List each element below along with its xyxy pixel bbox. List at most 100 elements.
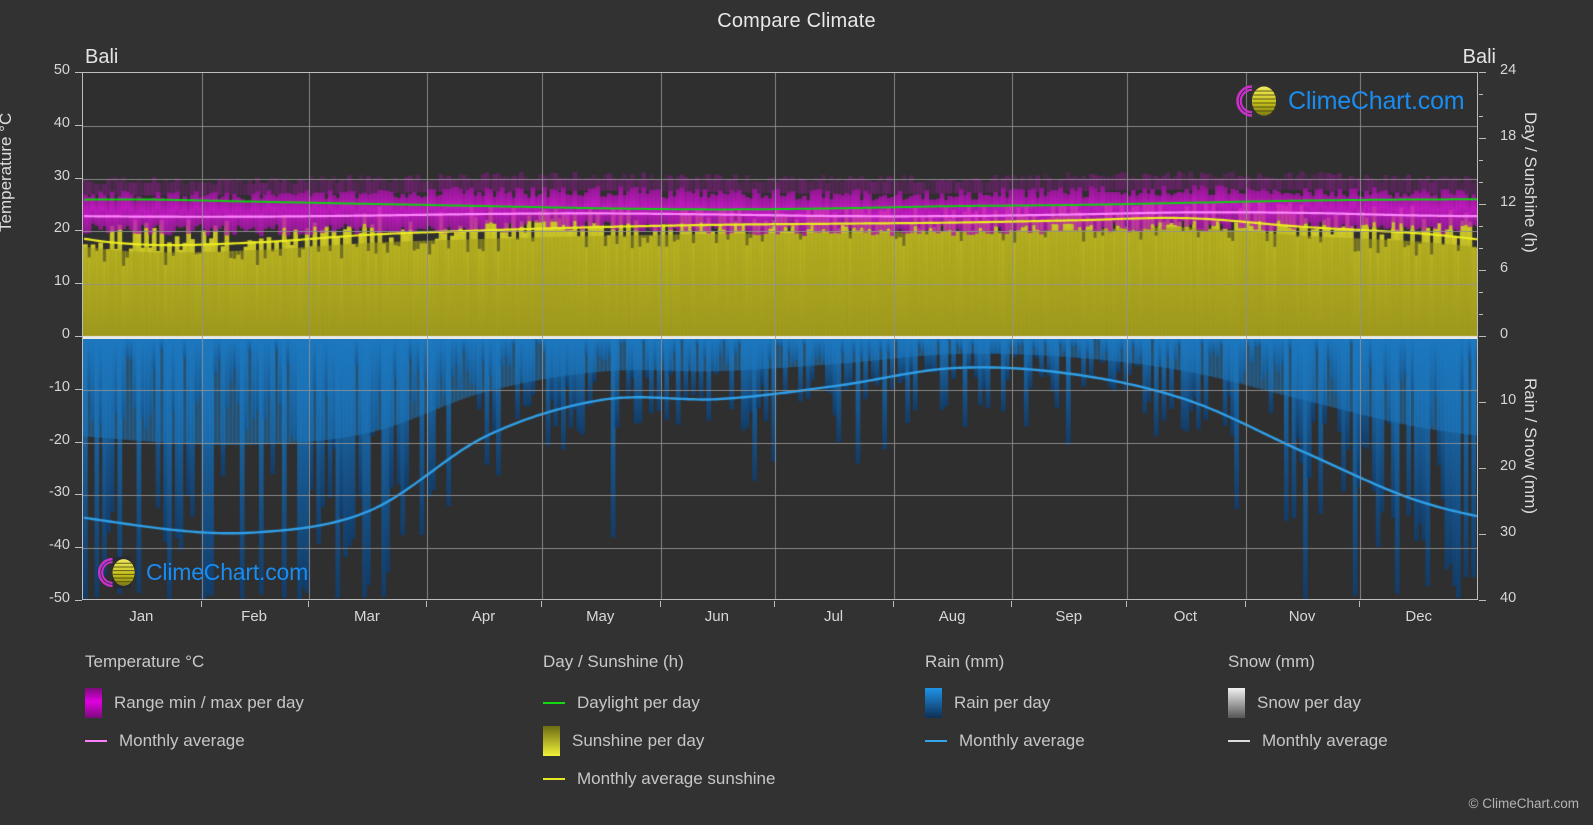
y-axis-right-bottom-tickmark: [1479, 468, 1486, 469]
y-axis-left-tick: 10: [30, 273, 70, 289]
y-axis-left-tickmark: [75, 389, 82, 390]
x-axis-tickmark: [1245, 601, 1246, 607]
y-axis-right-bottom-tickmark: [1479, 402, 1486, 403]
y-axis-right-top-minor-tickmark: [1479, 94, 1483, 95]
legend-item[interactable]: Snow per day: [1228, 684, 1388, 722]
y-axis-right-top-tickmark: [1479, 270, 1486, 271]
gridline-vertical: [202, 73, 203, 599]
y-axis-left-tick: -10: [30, 379, 70, 395]
legend-item[interactable]: Daylight per day: [543, 684, 775, 722]
legend-item[interactable]: Monthly average: [925, 722, 1085, 760]
legend-item-label: Snow per day: [1257, 693, 1361, 713]
y-axis-right-top-tick: 18: [1500, 128, 1544, 144]
legend-swatch-holder: [85, 740, 107, 742]
y-axis-left-tickmark: [75, 125, 82, 126]
climechart-logo-icon: [95, 553, 143, 592]
y-axis-left-tickmark: [75, 336, 82, 337]
x-axis-tick-aug: Aug: [912, 608, 992, 625]
y-axis-right-bottom-tick: 20: [1500, 458, 1544, 474]
y-axis-right-bottom-tickmark: [1479, 600, 1486, 601]
x-axis-tick-oct: Oct: [1145, 608, 1225, 625]
y-axis-right-top-tick: 0: [1500, 326, 1544, 342]
x-axis-tick-dec: Dec: [1379, 608, 1459, 625]
gridline-vertical: [1012, 73, 1013, 599]
climate-chart-page: Compare Climate Bali Bali Temperature °C…: [0, 0, 1593, 825]
y-axis-left-tick: -50: [30, 590, 70, 606]
legend-swatch-gradient: [543, 726, 560, 756]
legend-item[interactable]: Sunshine per day: [543, 722, 775, 760]
y-axis-left-tickmark: [75, 547, 82, 548]
legend-item[interactable]: Range min / max per day: [85, 684, 304, 722]
y-axis-left-tickmark: [75, 178, 82, 179]
legend-item-label: Sunshine per day: [572, 731, 704, 751]
x-axis-tick-may: May: [560, 608, 640, 625]
x-axis-tickmark: [201, 601, 202, 607]
y-axis-right-top-tickmark: [1479, 138, 1486, 139]
gridline-horizontal: [83, 548, 1477, 549]
plot-inner: [83, 73, 1477, 599]
y-axis-right-top-minor-tickmark: [1479, 116, 1483, 117]
x-axis-tick-feb: Feb: [214, 608, 294, 625]
gridline-horizontal: [83, 126, 1477, 127]
y-axis-right-bottom-tick: 40: [1500, 590, 1544, 606]
legend-group-title: Snow (mm): [1228, 652, 1388, 672]
legend-swatch-line: [925, 740, 947, 742]
x-axis-tick-nov: Nov: [1262, 608, 1342, 625]
gridline-vertical: [309, 73, 310, 599]
y-axis-right-top-tick: 12: [1500, 194, 1544, 210]
y-axis-left-tick: 0: [30, 326, 70, 342]
x-axis-tickmark: [541, 601, 542, 607]
y-axis-right-top-tickmark: [1479, 72, 1486, 73]
y-axis-right-top-minor-tickmark: [1479, 248, 1483, 249]
legend-swatch-holder: [1228, 740, 1250, 742]
gridline-horizontal: [83, 284, 1477, 285]
x-axis-tickmark: [308, 601, 309, 607]
gridline-vertical: [775, 73, 776, 599]
y-axis-left-tickmark: [75, 600, 82, 601]
legend-item-label: Rain per day: [954, 693, 1050, 713]
watermark-logo-top: ClimeChart.com: [1233, 80, 1464, 122]
y-axis-right-top-minor-tickmark: [1479, 226, 1483, 227]
x-axis-tick-jun: Jun: [677, 608, 757, 625]
location-label-left: Bali: [85, 46, 118, 69]
x-axis-tickmark: [1359, 601, 1360, 607]
watermark-text: ClimeChart.com: [146, 559, 308, 586]
legend-swatch-gradient: [85, 688, 102, 718]
legend-item-label: Daylight per day: [577, 693, 700, 713]
page-title: Compare Climate: [0, 10, 1593, 33]
gridline-vertical: [1127, 73, 1128, 599]
gridline-horizontal: [83, 443, 1477, 444]
legend-item[interactable]: Monthly average sunshine: [543, 760, 775, 798]
legend-item-label: Monthly average: [119, 731, 245, 751]
legend-swatch-holder: [925, 740, 947, 742]
legend-item-label: Monthly average sunshine: [577, 769, 775, 789]
x-axis-tickmark: [774, 601, 775, 607]
legend-group-temperature-c: Temperature °C Range min / max per day Mon…: [85, 652, 304, 760]
y-axis-left-label: Temperature °C: [0, 113, 16, 232]
legend-item[interactable]: Monthly average: [85, 722, 304, 760]
x-axis-tickmark: [1011, 601, 1012, 607]
gridline-horizontal: [83, 390, 1477, 391]
x-axis-tick-jan: Jan: [101, 608, 181, 625]
y-axis-left-tick: -20: [30, 432, 70, 448]
legend-group-title: Rain (mm): [925, 652, 1085, 672]
gridline-horizontal: [83, 495, 1477, 496]
watermark-logo-bottom: ClimeChart.com: [95, 553, 308, 592]
y-axis-right-top-minor-tickmark: [1479, 160, 1483, 161]
legend-item-label: Range min / max per day: [114, 693, 304, 713]
legend-group-title: Temperature °C: [85, 652, 304, 672]
legend-group-rain-mm: Rain (mm) Rain per day Monthly average: [925, 652, 1085, 760]
climechart-logo-icon: [1233, 80, 1285, 122]
y-axis-right-top-tickmark: [1479, 336, 1486, 337]
legend-item-label: Monthly average: [1262, 731, 1388, 751]
y-axis-left-tickmark: [75, 442, 82, 443]
legend-group-snow-mm: Snow (mm) Snow per day Monthly average: [1228, 652, 1388, 760]
x-axis-tickmark: [893, 601, 894, 607]
legend-item[interactable]: Monthly average: [1228, 722, 1388, 760]
legend-swatch-line: [543, 778, 565, 780]
gridline-vertical: [1246, 73, 1247, 599]
y-axis-left-tick: 40: [30, 115, 70, 131]
legend-item[interactable]: Rain per day: [925, 684, 1085, 722]
y-axis-right-bottom-tickmark: [1479, 534, 1486, 535]
y-axis-right-bottom-tick: 10: [1500, 392, 1544, 408]
